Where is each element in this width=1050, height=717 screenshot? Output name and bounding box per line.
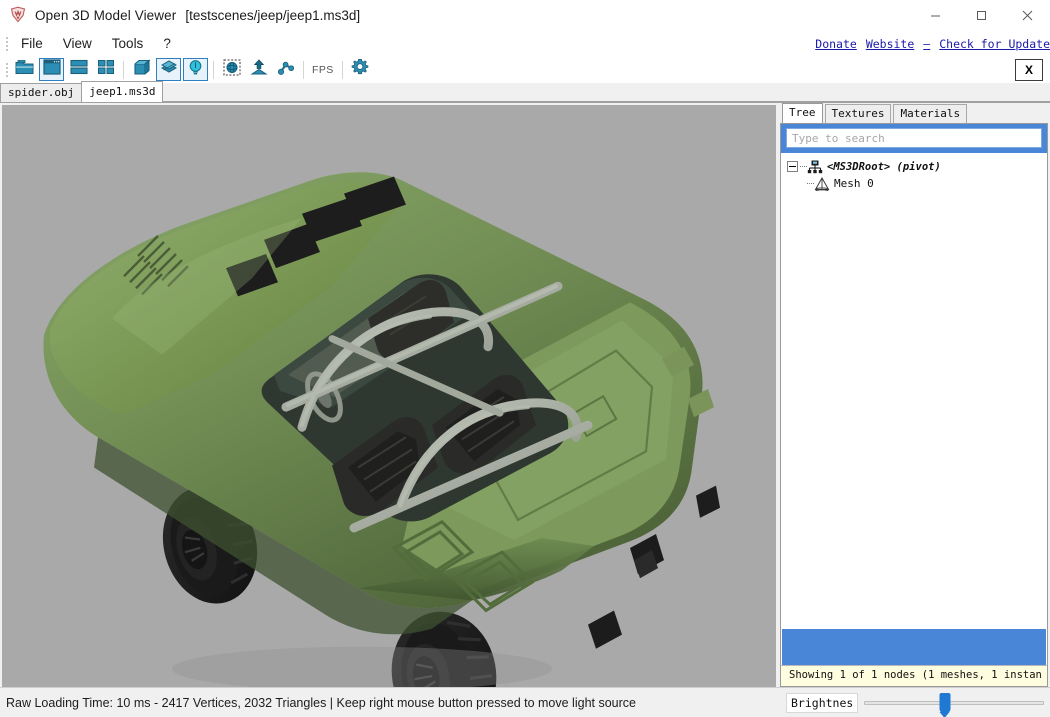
toolbar-separator-4 bbox=[341, 60, 343, 79]
document-tab-jeep1-ms3d[interactable]: jeep1.ms3d bbox=[81, 81, 164, 102]
export-button[interactable] bbox=[246, 58, 271, 81]
menu-file[interactable]: File bbox=[11, 33, 53, 54]
close-tab-area: X bbox=[1015, 58, 1050, 81]
panel-tab-bar: Tree Textures Materials bbox=[780, 103, 1048, 123]
split-horizontal-icon bbox=[69, 59, 88, 80]
tree-node-root[interactable]: <MS3DRoot> (pivot) bbox=[787, 158, 1043, 175]
viewport-container bbox=[0, 103, 776, 687]
lighting-button[interactable] bbox=[183, 58, 208, 81]
link-website[interactable]: Website bbox=[866, 37, 914, 51]
window-controls bbox=[912, 0, 1050, 31]
tree-body[interactable]: <MS3DRoot> (pivot) Mesh 0 bbox=[781, 153, 1047, 629]
right-panel: Tree Textures Materials Type to search <… bbox=[776, 103, 1050, 687]
toolbar-separator-3 bbox=[303, 60, 304, 79]
tab-materials[interactable]: Materials bbox=[893, 104, 968, 123]
texture-layers-icon bbox=[160, 59, 178, 80]
jeep-model-render bbox=[2, 105, 776, 687]
toolbar-grip-handle[interactable] bbox=[2, 61, 11, 79]
tree-status-text: Showing 1 of 1 nodes (1 meshes, 1 instan bbox=[781, 665, 1047, 686]
document-tab-spider-obj[interactable]: spider.obj bbox=[0, 83, 83, 102]
brightness-control: Brightnes bbox=[786, 688, 1050, 717]
bottom-bar: Raw Loading Time: 10 ms - 2417 Vertices,… bbox=[0, 687, 1050, 717]
single-pane-icon bbox=[42, 59, 61, 80]
settings-button[interactable] bbox=[348, 58, 373, 81]
menu-grip-handle[interactable] bbox=[2, 35, 11, 53]
tree-search-band bbox=[781, 124, 1047, 153]
gear-icon bbox=[351, 58, 369, 81]
menu-tools[interactable]: Tools bbox=[102, 33, 154, 54]
menu-view[interactable]: View bbox=[53, 33, 102, 54]
tab-textures[interactable]: Textures bbox=[824, 104, 892, 123]
tree-connector-child bbox=[807, 183, 814, 184]
hierarchy-root-icon bbox=[807, 160, 823, 174]
tree-selection-bar[interactable] bbox=[782, 629, 1046, 665]
tree-node-mesh-0[interactable]: Mesh 0 bbox=[787, 175, 1043, 192]
view-quad-button[interactable] bbox=[93, 58, 118, 81]
textured-button[interactable] bbox=[156, 58, 181, 81]
mesh-cone-icon bbox=[814, 176, 830, 192]
tab-tree[interactable]: Tree bbox=[782, 103, 823, 123]
fps-toggle[interactable]: FPS bbox=[308, 64, 338, 76]
toolbar-separator-1 bbox=[123, 60, 124, 79]
toolbar-separator-2 bbox=[213, 60, 214, 79]
tree-frame: <MS3DRoot> (pivot) Mesh 0 bbox=[780, 123, 1048, 687]
3d-viewport[interactable] bbox=[2, 105, 776, 687]
folder-open-icon bbox=[15, 59, 34, 81]
lightbulb-icon bbox=[187, 59, 204, 81]
show-normals-button[interactable] bbox=[219, 58, 244, 81]
export-upload-icon bbox=[249, 58, 268, 81]
open-file-button[interactable] bbox=[12, 58, 37, 81]
brightness-slider-track[interactable] bbox=[864, 700, 1044, 705]
tree-node-root-label: <MS3DRoot> (pivot) bbox=[827, 160, 941, 173]
view-single-button[interactable] bbox=[39, 58, 64, 81]
brightness-slider-thumb[interactable] bbox=[939, 692, 951, 717]
app-logo-icon bbox=[9, 6, 27, 24]
menu-bar: File View Tools ? Donate Website — Check… bbox=[0, 31, 1050, 56]
tree-node-mesh-0-label: Mesh 0 bbox=[834, 177, 874, 190]
quad-view-icon bbox=[97, 59, 115, 80]
document-tab-filler bbox=[162, 84, 1050, 102]
sphere-normals-icon bbox=[223, 59, 241, 81]
status-bar-text: Raw Loading Time: 10 ms - 2417 Vertices,… bbox=[0, 688, 786, 717]
maximize-button[interactable] bbox=[958, 0, 1004, 31]
wireframe-cube-icon bbox=[133, 58, 151, 81]
document-tab-bar: spider.obj jeep1.ms3d bbox=[0, 81, 1050, 103]
tree-connector bbox=[800, 166, 807, 167]
close-window-button[interactable] bbox=[1004, 0, 1050, 31]
link-separator: — bbox=[923, 36, 931, 51]
collapse-icon[interactable] bbox=[787, 161, 798, 172]
close-document-button[interactable]: X bbox=[1015, 58, 1043, 81]
window-file-path: [testscenes/jeep/jeep1.ms3d] bbox=[185, 7, 361, 23]
brightness-label: Brightnes bbox=[786, 692, 859, 713]
brightness-slider[interactable] bbox=[864, 692, 1044, 717]
view-split-horizontal-button[interactable] bbox=[66, 58, 91, 81]
title-bar: Open 3D Model Viewer [testscenes/jeep/je… bbox=[0, 0, 1050, 31]
search-input[interactable] bbox=[786, 128, 1042, 148]
app-window: Open 3D Model Viewer [testscenes/jeep/je… bbox=[0, 0, 1050, 717]
header-links: Donate Website — Check for Update bbox=[815, 37, 1050, 51]
link-donate[interactable]: Donate bbox=[815, 37, 857, 51]
main-body: Tree Textures Materials Type to search <… bbox=[0, 103, 1050, 687]
app-title: Open 3D Model Viewer bbox=[35, 7, 177, 23]
wireframe-button[interactable] bbox=[129, 58, 154, 81]
skeleton-button[interactable] bbox=[273, 58, 298, 81]
skeleton-joints-icon bbox=[276, 59, 295, 81]
menu-help[interactable]: ? bbox=[153, 33, 181, 54]
link-check-for-updates[interactable]: Check for Update bbox=[939, 37, 1050, 51]
minimize-button[interactable] bbox=[912, 0, 958, 31]
main-toolbar: FPS X bbox=[0, 56, 1050, 83]
